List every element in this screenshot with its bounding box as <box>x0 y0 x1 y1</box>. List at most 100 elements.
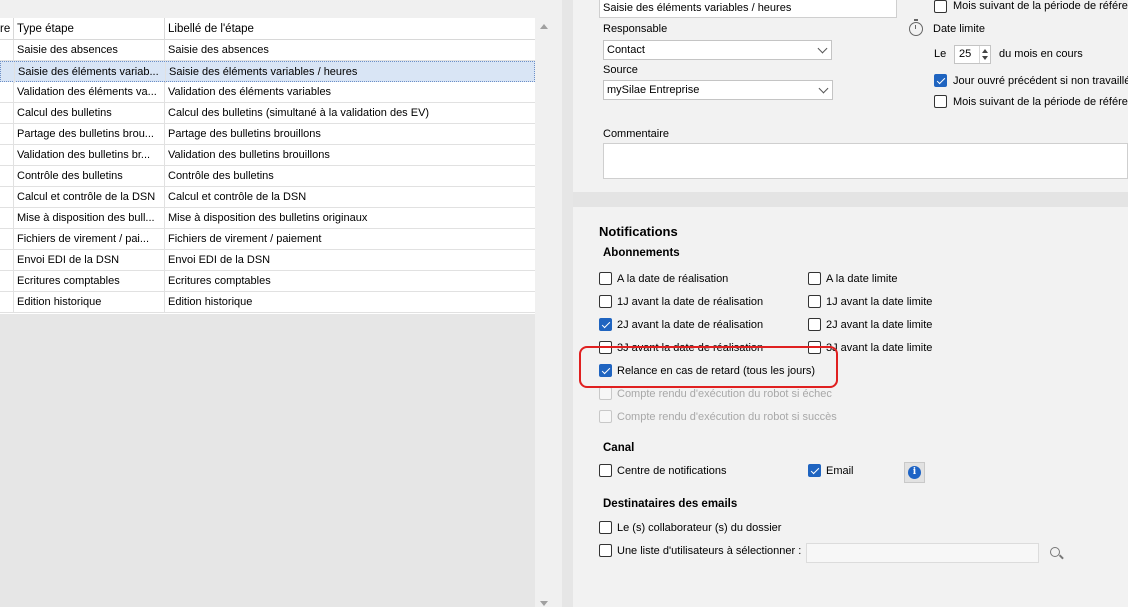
row-ordre-cell <box>0 271 12 291</box>
row-ordre-cell <box>1 62 13 82</box>
date-limite-option-checkbox[interactable] <box>808 295 821 308</box>
table-row[interactable]: Mise à disposition des bull... Mise à dis… <box>0 208 535 229</box>
table-row[interactable]: Validation des éléments va... Validation … <box>0 82 535 103</box>
table-row[interactable]: Saisie des éléments variab... Saisie des … <box>0 61 535 83</box>
liste-utilisateurs-checkbox[interactable] <box>599 544 612 557</box>
table-row[interactable]: Validation des bulletins br... Validation… <box>0 145 535 166</box>
relance-highlight-annotation <box>579 346 838 388</box>
le-label: Le <box>934 48 947 60</box>
date-limite-label: Date limite <box>933 23 985 35</box>
date-limite-option-checkbox[interactable] <box>808 272 821 285</box>
commentaire-textarea[interactable] <box>603 143 1128 179</box>
row-type-cell: Saisie des éléments variab... <box>18 66 159 78</box>
row-label-cell: Calcul des bulletins (simultané à la val… <box>168 107 430 119</box>
row-label-cell: Validation des éléments variables <box>168 86 332 98</box>
centre-notifications-checkbox[interactable] <box>599 464 612 477</box>
day-spinner[interactable]: 25 <box>954 45 991 64</box>
row-ordre-cell <box>0 145 12 165</box>
collaborateur-label: Le (s) collaborateur (s) du dossier <box>617 522 782 534</box>
table-row[interactable]: Edition historique Edition historique <box>0 292 535 313</box>
row-label-cell: Fichiers de virement / paiement <box>168 233 322 245</box>
table-row[interactable]: Ecritures comptables Ecritures comptables <box>0 271 535 292</box>
row-label-cell: Envoi EDI de la DSN <box>168 254 271 266</box>
jour-ouvre-label: Jour ouvré précédent si non travaillé <box>953 75 1128 87</box>
search-icon-handle <box>1059 554 1064 560</box>
notifications-title: Notifications <box>599 224 678 239</box>
table-row[interactable]: Saisie des absences Saisie des absences <box>0 40 535 61</box>
responsable-label: Responsable <box>603 23 668 35</box>
spin-up-icon[interactable] <box>982 49 988 53</box>
liste-utilisateurs-input[interactable] <box>806 543 1039 563</box>
row-type-cell: Envoi EDI de la DSN <box>17 254 120 266</box>
panel-splitter[interactable] <box>562 0 573 607</box>
grid-empty-area <box>0 314 535 607</box>
info-button[interactable]: i <box>904 462 925 483</box>
search-button[interactable] <box>1044 543 1068 563</box>
responsable-select-value: Contact <box>607 44 645 56</box>
row-label-cell: Ecritures comptables <box>168 275 271 287</box>
robot-echec-checkbox[interactable] <box>599 387 612 400</box>
row-type-cell: Ecritures comptables <box>17 275 120 287</box>
row-ordre-cell <box>0 292 12 312</box>
source-label: Source <box>603 64 638 76</box>
date-limite-option-label: 3J avant la date limite <box>826 342 933 354</box>
mois-suivant-top-checkbox[interactable] <box>934 0 947 13</box>
realisation-option-label: A la date de réalisation <box>617 273 729 285</box>
row-ordre-cell <box>0 229 12 249</box>
row-type-cell: Edition historique <box>17 296 102 308</box>
table-row[interactable]: Envoi EDI de la DSN Envoi EDI de la DSN <box>0 250 535 271</box>
steps-grid: re Type étape Libellé de l'étape Saisie … <box>0 18 535 314</box>
row-ordre-cell <box>0 208 12 228</box>
source-select-value: mySilae Entreprise <box>607 84 700 96</box>
table-row[interactable]: Partage des bulletins brou... Partage des… <box>0 124 535 145</box>
robot-succes-checkbox[interactable] <box>599 410 612 423</box>
date-limite-option-label: A la date limite <box>826 273 898 285</box>
column-header-ordre[interactable]: re <box>0 18 12 40</box>
source-select[interactable]: mySilae Entreprise <box>603 80 833 100</box>
row-type-cell: Partage des bulletins brou... <box>17 128 154 140</box>
scroll-up-arrow-icon[interactable] <box>540 24 548 29</box>
scroll-down-arrow-icon[interactable] <box>540 601 548 606</box>
row-ordre-cell <box>0 40 12 60</box>
info-icon: i <box>908 466 921 479</box>
row-type-cell: Validation des bulletins br... <box>17 149 151 161</box>
column-header-libelle[interactable]: Libellé de l'étape <box>168 18 528 40</box>
row-ordre-cell <box>0 82 12 102</box>
table-row[interactable]: Calcul des bulletins Calcul des bulletins… <box>0 103 535 124</box>
collaborateur-checkbox[interactable] <box>599 521 612 534</box>
column-header-type-etape[interactable]: Type étape <box>17 18 162 40</box>
email-checkbox[interactable] <box>808 464 821 477</box>
jour-ouvre-checkbox[interactable] <box>934 74 947 87</box>
grid-vertical-scrollbar[interactable] <box>536 18 553 607</box>
spin-down-icon[interactable] <box>982 56 988 60</box>
table-row[interactable]: Contrôle des bulletins Contrôle des bulle… <box>0 166 535 187</box>
spinner-buttons[interactable] <box>979 46 990 63</box>
row-label-cell: Edition historique <box>168 296 253 308</box>
row-type-cell: Validation des éléments va... <box>17 86 157 98</box>
table-row[interactable]: Fichiers de virement / pai... Fichiers de… <box>0 229 535 250</box>
row-ordre-cell <box>0 103 12 123</box>
mois-suivant-checkbox[interactable] <box>934 95 947 108</box>
realisation-option-checkbox[interactable] <box>599 272 612 285</box>
mois-suivant-top-label: Mois suivant de la période de référer <box>953 0 1128 12</box>
abonnements-heading: Abonnements <box>603 247 680 259</box>
step-label-input[interactable]: Saisie des éléments variables / heures <box>599 0 897 18</box>
row-label-cell: Contrôle des bulletins <box>168 170 274 182</box>
chevron-down-icon <box>817 43 828 54</box>
row-ordre-cell <box>0 124 12 144</box>
row-label-cell: Saisie des éléments variables / heures <box>169 66 358 78</box>
responsable-select[interactable]: Contact <box>603 40 832 60</box>
row-label-cell: Mise à disposition des bulletins origina… <box>168 212 368 224</box>
realisation-option-label: 1J avant la date de réalisation <box>617 296 764 308</box>
row-type-cell: Contrôle des bulletins <box>17 170 123 182</box>
date-limite-option-checkbox[interactable] <box>808 318 821 331</box>
row-type-cell: Calcul des bulletins <box>17 107 112 119</box>
realisation-option-checkbox[interactable] <box>599 295 612 308</box>
row-label-cell: Saisie des absences <box>168 44 269 56</box>
table-row[interactable]: Calcul et contrôle de la DSN Calcul et co… <box>0 187 535 208</box>
row-type-cell: Fichiers de virement / pai... <box>17 233 150 245</box>
row-type-cell: Calcul et contrôle de la DSN <box>17 191 156 203</box>
day-spinner-value: 25 <box>959 48 972 60</box>
realisation-option-checkbox[interactable] <box>599 318 612 331</box>
row-ordre-cell <box>0 250 12 270</box>
